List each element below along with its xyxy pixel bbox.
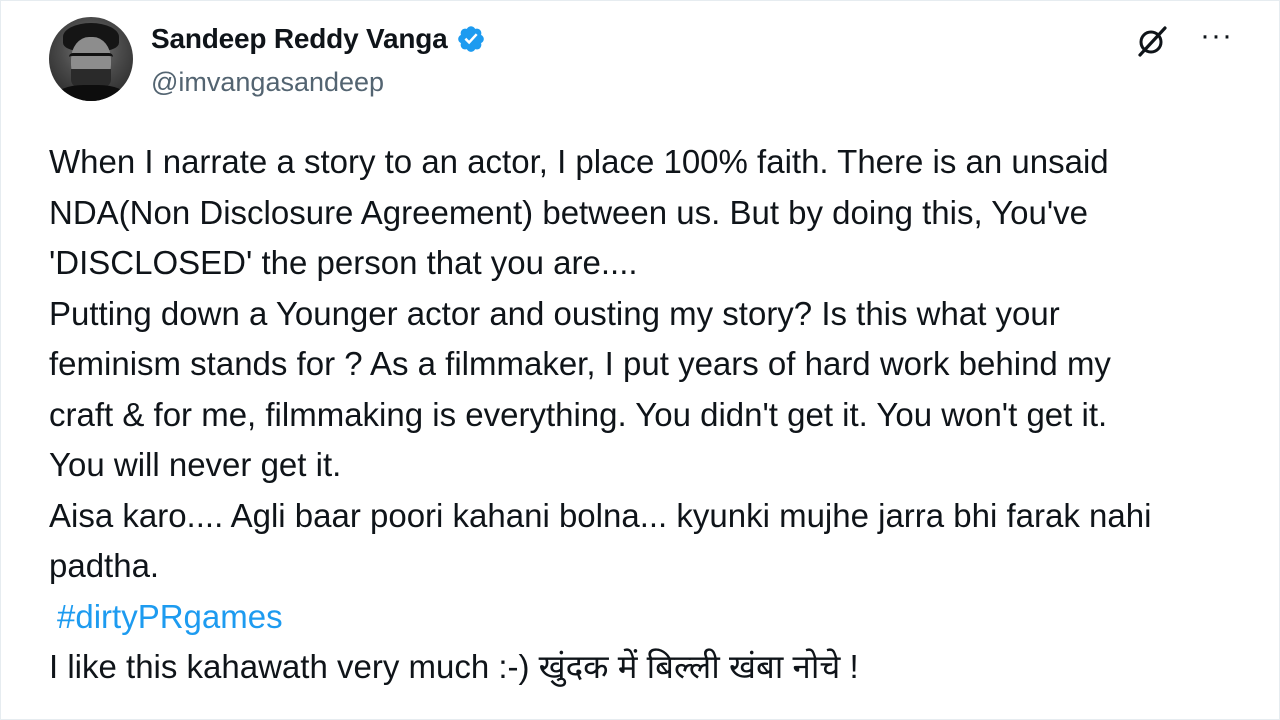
tweet-line: Putting down a Younger actor and ousting… <box>49 294 1060 332</box>
avatar-glasses <box>69 53 113 68</box>
tweet-line: You will never get it. <box>49 446 342 483</box>
tweet-line: craft & for me, filmmaking is everything… <box>49 395 1108 433</box>
more-options-icon[interactable]: ··· <box>1200 21 1233 51</box>
author-avatar[interactable] <box>49 17 133 101</box>
author-display-name[interactable]: Sandeep Reddy Vanga <box>151 23 448 55</box>
author-handle[interactable]: @imvangasandeep <box>151 67 384 98</box>
tweet-line-last: I like this kahawath very much :-) खुंदक… <box>49 648 859 685</box>
tweet-top-actions: ··· <box>1134 21 1233 59</box>
tweet-text: When I narrate a story to an actor, I pl… <box>49 137 1249 693</box>
author-name-row: Sandeep Reddy Vanga <box>151 23 486 55</box>
tweet-card: Sandeep Reddy Vanga @imvangasandeep ··· … <box>0 0 1280 720</box>
hashtag-link[interactable]: #dirtyPRgames <box>49 592 1249 643</box>
avatar-shoulders <box>55 85 127 101</box>
tweet-line: 'DISCLOSED' the person that you are.... <box>49 244 638 281</box>
tweet-line: When I narrate a story to an actor, I pl… <box>49 143 1109 180</box>
tweet-line: padtha. <box>49 547 160 584</box>
verified-badge-icon <box>456 24 486 54</box>
tweet-line: Aisa karo.... Agli baar poori kahani bol… <box>49 496 1152 534</box>
tweet-line: feminism stands for ? As a filmmaker, I … <box>49 345 1111 382</box>
tweet-line: NDA(Non Disclosure Agreement) between us… <box>49 193 1089 231</box>
grok-icon[interactable] <box>1134 23 1170 59</box>
